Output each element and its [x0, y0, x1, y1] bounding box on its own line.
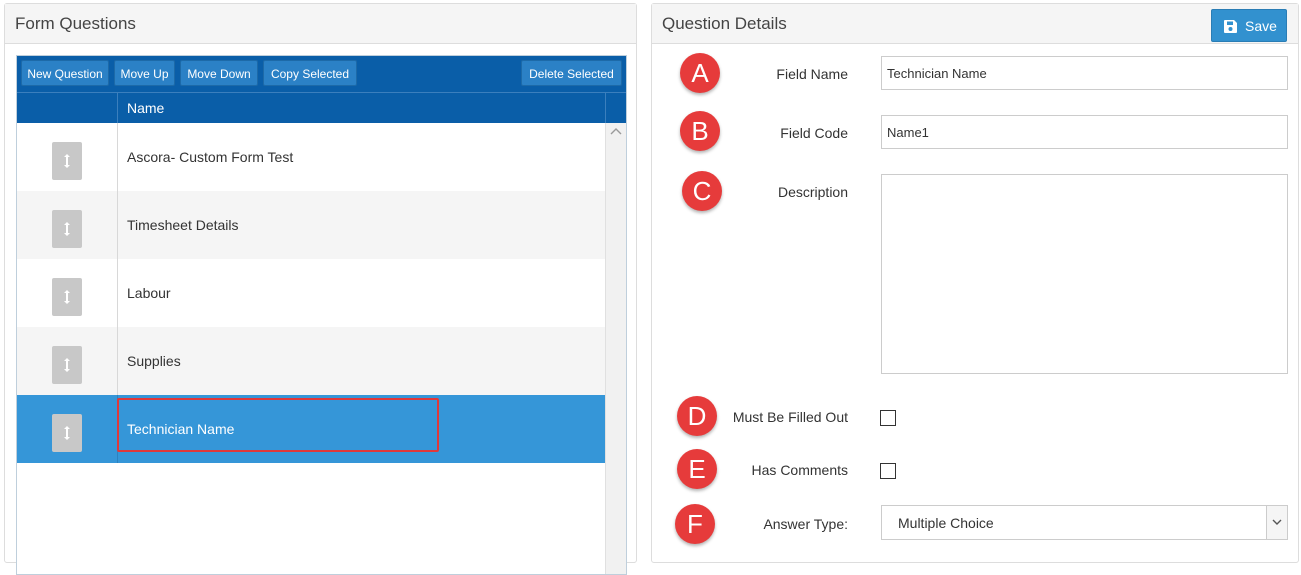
column-separator [605, 93, 606, 123]
questions-grid: New Question Move Up Move Down Copy Sele… [16, 55, 627, 575]
drag-arrows-icon [64, 154, 70, 168]
badge-f: F [675, 504, 715, 544]
drag-handle[interactable] [52, 346, 82, 384]
column-separator [117, 93, 118, 123]
drag-arrows-icon [64, 290, 70, 304]
table-row[interactable]: Timesheet Details [17, 191, 605, 259]
must-be-filled-out-checkbox[interactable] [880, 410, 896, 426]
has-comments-label: Has Comments [751, 462, 848, 478]
row-label: Labour [127, 285, 171, 301]
drag-handle[interactable] [52, 142, 82, 180]
grid-column-header-row: Name [17, 92, 626, 123]
grid-rows: Ascora- Custom Form Test Timesheet Detai… [17, 123, 605, 463]
question-details-header: Question Details Save [652, 4, 1298, 44]
scroll-up-icon[interactable] [610, 127, 622, 135]
drag-arrows-icon [64, 222, 70, 236]
move-up-button[interactable]: Move Up [114, 60, 175, 86]
badge-a: A [680, 53, 720, 93]
form-questions-panel: Form Questions New Question Move Up Move… [4, 3, 637, 575]
question-details-title: Question Details [662, 14, 787, 33]
save-button[interactable]: Save [1211, 9, 1287, 42]
floppy-disk-icon [1224, 20, 1237, 33]
grid-scrollbar[interactable] [605, 123, 626, 574]
table-row-selected[interactable]: Technician Name [17, 395, 605, 463]
table-row[interactable]: Labour [17, 259, 605, 327]
badge-b: B [680, 111, 720, 151]
description-textarea[interactable] [881, 174, 1288, 374]
form-questions-header: Form Questions [5, 4, 636, 44]
row-divider [117, 259, 118, 327]
answer-type-value: Multiple Choice [898, 515, 994, 531]
has-comments-checkbox[interactable] [880, 463, 896, 479]
grid-toolbar: New Question Move Up Move Down Copy Sele… [17, 56, 626, 92]
answer-type-label: Answer Type: [763, 516, 848, 532]
row-label: Timesheet Details [127, 217, 239, 233]
field-name-input[interactable] [881, 56, 1288, 90]
drag-handle[interactable] [52, 414, 82, 452]
answer-type-select[interactable]: Multiple Choice [881, 505, 1288, 540]
row-divider [117, 327, 118, 395]
drag-arrows-icon [64, 426, 70, 440]
chevron-down-icon [1272, 519, 1282, 525]
badge-e: E [677, 449, 717, 489]
drag-arrows-icon [64, 358, 70, 372]
move-down-button[interactable]: Move Down [180, 60, 258, 86]
badge-c: C [682, 171, 722, 211]
row-label: Technician Name [127, 421, 235, 437]
badge-d: D [677, 396, 717, 436]
table-row[interactable]: Ascora- Custom Form Test [17, 123, 605, 191]
row-label: Ascora- Custom Form Test [127, 149, 294, 165]
question-details-panel: Question Details Save A Field Name B Fie… [651, 3, 1299, 563]
drag-handle[interactable] [52, 278, 82, 316]
new-question-button[interactable]: New Question [21, 60, 109, 86]
field-name-label: Field Name [776, 66, 848, 82]
delete-selected-button[interactable]: Delete Selected [521, 60, 622, 86]
field-code-input[interactable] [881, 115, 1288, 149]
table-row[interactable]: Supplies [17, 327, 605, 395]
row-divider [117, 123, 118, 191]
drag-handle[interactable] [52, 210, 82, 248]
select-arrow-button[interactable] [1266, 506, 1287, 539]
field-code-label: Field Code [780, 125, 848, 141]
row-label: Supplies [127, 353, 181, 369]
row-divider [117, 191, 118, 259]
save-label: Save [1245, 18, 1277, 34]
description-label: Description [777, 184, 848, 200]
must-be-filled-out-label: Must Be Filled Out [732, 409, 848, 425]
name-column-header[interactable]: Name [127, 100, 164, 116]
form-questions-title: Form Questions [15, 14, 136, 33]
copy-selected-button[interactable]: Copy Selected [263, 60, 357, 86]
